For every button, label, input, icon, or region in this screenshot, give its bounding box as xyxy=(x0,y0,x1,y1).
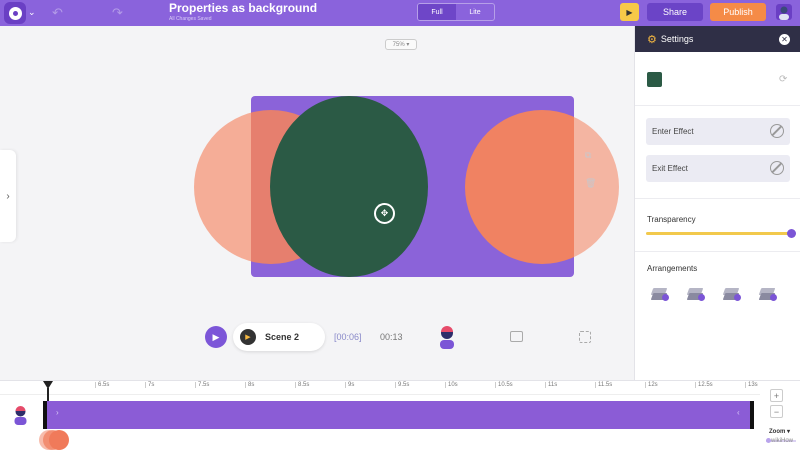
enter-effect-button[interactable]: Enter Effect xyxy=(646,118,790,145)
timeline-tick: 8.5s xyxy=(294,382,310,388)
exit-effect-button[interactable]: Exit Effect xyxy=(646,155,790,182)
play-scene-button[interactable]: ▶ xyxy=(205,326,227,348)
scene-selector[interactable]: ▶ Scene 2 xyxy=(233,323,325,351)
divider xyxy=(635,198,800,199)
arrangements-label: Arrangements xyxy=(647,264,698,273)
track-character-icon xyxy=(14,406,27,425)
character-icon[interactable] xyxy=(437,325,457,349)
no-effect-icon xyxy=(770,124,784,138)
timeline-tick: 8s xyxy=(244,382,255,388)
thumbnail xyxy=(49,430,69,450)
expand-left-panel-button[interactable]: › xyxy=(0,150,16,242)
caret-down-icon: ▾ xyxy=(406,42,410,48)
transparency-slider[interactable] xyxy=(646,232,792,235)
timeline-tick: 7s xyxy=(144,382,155,388)
swap-color-icon[interactable]: ⟳ xyxy=(779,74,787,85)
fit-screen-icon[interactable] xyxy=(579,331,591,343)
scene-play-icon[interactable]: ▶ xyxy=(240,329,256,345)
track-start-handle[interactable] xyxy=(43,401,47,429)
timeline-tick: 11s xyxy=(544,382,558,388)
send-backward-icon[interactable] xyxy=(686,285,707,305)
no-effect-icon xyxy=(770,161,784,175)
track-end-handle[interactable] xyxy=(750,401,754,429)
publish-button[interactable]: Publish xyxy=(710,3,766,21)
zoom-in-button[interactable]: + xyxy=(770,389,783,402)
user-avatar-icon[interactable] xyxy=(776,4,792,20)
transparency-slider-handle[interactable] xyxy=(787,229,796,238)
total-time: 00:13 xyxy=(380,332,403,342)
timeline-tick: 9s xyxy=(344,382,355,388)
enter-effect-label: Enter Effect xyxy=(652,127,694,136)
bring-forward-icon[interactable] xyxy=(650,285,671,305)
timeline-tick: 12.5s xyxy=(695,382,713,388)
timeline-ruler[interactable]: 6.5s 7s 7.5s 8s 8.5s 9s 9.5s 10s 10.5s 11s 11.5s 12… xyxy=(0,381,760,395)
zoom-out-button[interactable]: − xyxy=(770,405,783,418)
zoom-label-text: Zoom xyxy=(769,429,786,435)
canvas-zoom-dropdown[interactable]: 75% ▾ xyxy=(385,39,417,50)
play-icon: ▶ xyxy=(212,331,220,342)
gear-icon: ⚙ xyxy=(647,33,657,46)
timeline-tick: 11.5s xyxy=(594,382,613,388)
color-swatch[interactable] xyxy=(647,72,662,87)
watermark: wikiHow xyxy=(771,438,794,444)
bring-to-front-icon[interactable] xyxy=(722,285,743,305)
caption-icon[interactable] xyxy=(510,331,523,342)
send-to-back-icon[interactable] xyxy=(758,285,779,305)
timeline-tick: 7.5s xyxy=(194,382,210,388)
track-thumbnails[interactable] xyxy=(39,430,71,450)
zoom-label[interactable]: Zoom ▾ xyxy=(769,428,790,435)
chevron-right-icon: › xyxy=(56,408,59,417)
settings-panel: ⚙ Settings ✕ ⟳ Enter Effect Exit Effect … xyxy=(634,26,800,380)
share-button[interactable]: Share xyxy=(647,3,703,21)
timeline-tick: 12s xyxy=(645,382,658,388)
chevron-left-icon: ‹ xyxy=(737,408,740,417)
timeline-tick: 9.5s xyxy=(394,382,410,388)
timeline: 6.5s 7s 7.5s 8s 8.5s 9s 9.5s 10s 10.5s 11s 11.5s 12… xyxy=(0,380,800,450)
delete-icon[interactable]: 🗑 xyxy=(585,178,596,189)
scene-label: Scene 2 xyxy=(265,332,300,342)
current-time: [00:06] xyxy=(334,332,362,342)
exit-effect-label: Exit Effect xyxy=(652,164,688,173)
timeline-tick: 10s xyxy=(445,382,458,388)
transparency-label: Transparency xyxy=(647,215,696,224)
canvas-stage: › 75% ▾ ✥ ⧉ 🗑 ▶ ▶ Scene 2 [00:06] 00:13 xyxy=(0,0,632,380)
move-handle-icon[interactable]: ✥ xyxy=(374,203,395,224)
timeline-tick: 13s xyxy=(745,382,758,388)
duplicate-icon[interactable]: ⧉ xyxy=(585,150,591,161)
scene-track[interactable] xyxy=(44,401,753,429)
timeline-tick: 6.5s xyxy=(94,382,110,388)
timeline-tick: 10.5s xyxy=(495,382,513,388)
divider xyxy=(635,105,800,106)
chevron-right-icon: › xyxy=(6,190,10,202)
settings-title: Settings xyxy=(660,34,694,44)
scene-frame[interactable] xyxy=(251,96,574,277)
settings-header: ⚙ Settings xyxy=(635,26,800,52)
close-icon[interactable]: ✕ xyxy=(779,34,790,45)
divider xyxy=(635,251,800,252)
zoom-level-text: 75% xyxy=(392,41,405,48)
